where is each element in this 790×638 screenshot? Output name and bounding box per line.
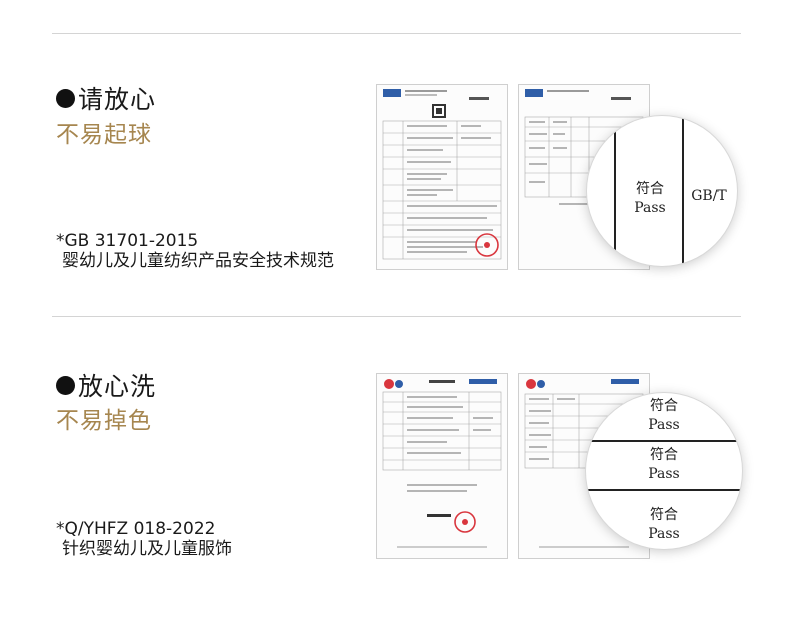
heading-text: 放心洗 xyxy=(78,372,157,401)
bullet-dot-icon xyxy=(56,375,75,395)
section-subheading: 不易起球 xyxy=(56,122,152,148)
section-subheading: 不易掉色 xyxy=(56,408,152,434)
bullet-dot-icon xyxy=(56,88,75,108)
standard-code: *GB 31701-2015 xyxy=(56,231,199,251)
result-cell-chinese: 符合 xyxy=(636,181,664,197)
report-page-icon xyxy=(382,379,502,548)
standard-code: *Q/YHFZ 018-2022 xyxy=(56,519,216,539)
section-colorfastness: 放心洗 不易掉色 *Q/YHFZ 018-2022 针织婴幼儿及儿童服饰 符合 … xyxy=(0,317,790,587)
inspection-report-document xyxy=(376,373,508,559)
result-cell-english: Pass xyxy=(634,200,666,216)
section-heading: 请放心 xyxy=(56,80,156,116)
result-row3-chinese: 符合 xyxy=(650,507,678,523)
test-report-document xyxy=(376,84,508,270)
result-row3-english: Pass xyxy=(648,526,680,542)
report-page-icon xyxy=(382,89,502,260)
section-anti-pilling: 请放心 不易起球 *GB 31701-2015 婴幼儿及儿童纺织产品安全技术规范 xyxy=(0,0,790,271)
standard-name: 婴幼儿及儿童纺织产品安全技术规范 xyxy=(62,251,334,271)
heading-text: 请放心 xyxy=(78,85,157,114)
result-row1-chinese: 符合 xyxy=(650,398,678,414)
result-row2-english: Pass xyxy=(648,466,680,482)
magnifier-zoom: 符合 Pass GB/T xyxy=(587,116,737,266)
result-row2-chinese: 符合 xyxy=(650,447,678,463)
magnifier-zoom: 符合 Pass 符合 Pass 符合 Pass xyxy=(586,393,742,549)
standard-cell: GB/T xyxy=(691,188,727,204)
section-heading: 放心洗 xyxy=(56,367,156,403)
result-row1-english: Pass xyxy=(648,417,680,433)
standard-name: 针织婴幼儿及儿童服饰 xyxy=(62,539,232,559)
